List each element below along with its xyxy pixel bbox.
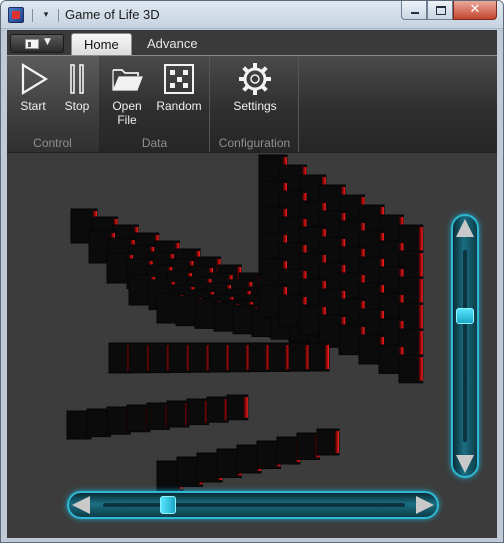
open-file-label-line1: Open xyxy=(112,99,142,113)
caption-buttons: ✕ xyxy=(401,1,497,21)
scroll-up-icon[interactable] xyxy=(456,219,474,237)
title-bar[interactable]: ▾ Game of Life 3D ✕ xyxy=(1,1,503,29)
window-title: Game of Life 3D xyxy=(65,7,160,22)
document-icon xyxy=(25,39,39,49)
close-button[interactable]: ✕ xyxy=(453,1,497,20)
start-button[interactable]: Start xyxy=(13,62,53,113)
minimize-button[interactable] xyxy=(401,1,427,20)
tab-home[interactable]: Home xyxy=(71,33,132,56)
vertical-scroll-track[interactable] xyxy=(463,250,467,442)
horizontal-scroll-thumb[interactable] xyxy=(160,496,177,514)
cube-scene xyxy=(66,154,424,492)
ribbon-group-control: Start Stop Control xyxy=(7,56,99,153)
ribbon-group-data: Open File Random Data xyxy=(100,56,210,153)
stop-label: Stop xyxy=(64,99,90,113)
vertical-scroll-thumb[interactable] xyxy=(456,308,474,325)
quick-access-separator xyxy=(32,9,33,22)
app-window: ▾ Game of Life 3D ✕ ▼ Home Advance Start xyxy=(0,0,504,543)
ribbon-group-configuration: Settings Configuration xyxy=(211,56,299,153)
maximize-button[interactable] xyxy=(427,1,453,20)
folder-open-icon xyxy=(112,69,143,91)
gear-icon xyxy=(239,63,271,95)
chevron-down-icon: ▼ xyxy=(44,37,51,47)
tab-advance[interactable]: Advance xyxy=(135,33,210,56)
game-viewport[interactable] xyxy=(7,152,497,538)
cell-highlight xyxy=(418,227,423,251)
scroll-left-icon[interactable] xyxy=(72,496,90,514)
application-menu-button[interactable]: ▼ xyxy=(10,34,64,53)
dice-icon xyxy=(164,64,194,94)
ribbon-tab-strip: ▼ Home Advance xyxy=(7,30,497,56)
scroll-down-icon[interactable] xyxy=(456,455,474,473)
cell-highlight xyxy=(418,253,423,277)
open-file-button[interactable]: Open File xyxy=(106,62,148,127)
stop-button[interactable]: Stop xyxy=(57,62,97,113)
group-label-data: Data xyxy=(141,136,168,150)
cell-highlight xyxy=(418,305,423,329)
cell-highlight xyxy=(418,279,423,303)
random-label: Random xyxy=(156,99,202,113)
vertical-scrollbar[interactable] xyxy=(451,214,479,478)
quick-access-dropdown-icon[interactable]: ▾ xyxy=(40,6,52,24)
ribbon-panel: Start Stop Control Open File Random Data… xyxy=(7,55,497,153)
quick-access-separator-2 xyxy=(58,9,59,22)
horizontal-scrollbar[interactable] xyxy=(67,491,439,519)
settings-button[interactable]: Settings xyxy=(225,62,285,113)
cube-cluster xyxy=(66,154,424,492)
close-icon: ✕ xyxy=(469,2,481,17)
open-file-label-line2: File xyxy=(117,113,137,127)
settings-label: Settings xyxy=(233,99,277,113)
cell-highlight xyxy=(335,431,339,453)
cell-highlight xyxy=(325,345,329,369)
cell-highlight xyxy=(418,357,423,381)
group-label-control: Control xyxy=(33,136,72,150)
horizontal-scroll-track[interactable] xyxy=(103,503,405,507)
cell-highlight xyxy=(418,331,423,355)
pause-icon xyxy=(70,64,84,94)
random-button[interactable]: Random xyxy=(152,62,206,113)
play-icon xyxy=(21,63,49,95)
cell-highlight xyxy=(243,397,248,418)
app-icon[interactable] xyxy=(8,7,24,23)
group-label-configuration: Configuration xyxy=(218,136,291,150)
scroll-right-icon[interactable] xyxy=(416,496,434,514)
start-label: Start xyxy=(20,99,46,113)
